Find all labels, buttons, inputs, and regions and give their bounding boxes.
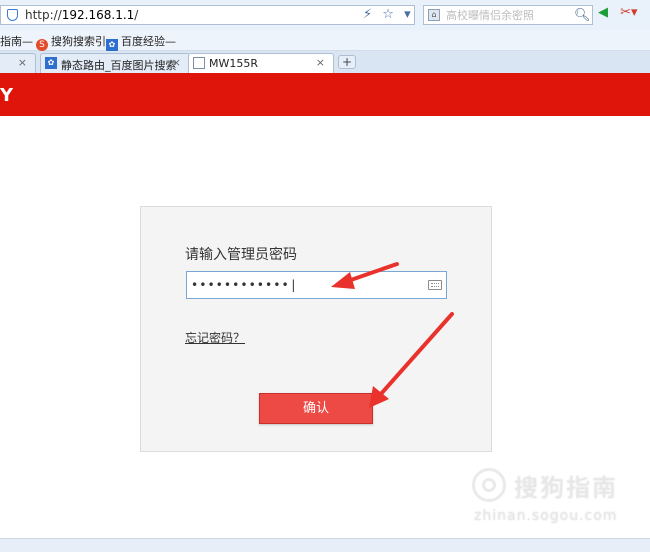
search-box[interactable]: ⌂ 🔍︎ (423, 5, 593, 25)
paw-icon: ✿ (106, 39, 118, 51)
password-input[interactable] (191, 275, 411, 295)
address-bar[interactable]: http://192.168.1.1/ ⚡ ☆ ▾ (0, 5, 415, 25)
password-field[interactable] (186, 271, 447, 299)
keyboard-icon[interactable] (428, 280, 442, 290)
star-icon[interactable]: ☆ (382, 7, 394, 22)
forgot-password-link[interactable]: 忘记密码？ (185, 329, 245, 346)
back-arrow-icon[interactable]: ◀ (598, 5, 608, 20)
favorites-bar: 指南— S 搜狗搜索引 ✿ 百度经验— (0, 30, 650, 51)
paw-icon: ✿ (45, 57, 57, 69)
scissors-icon[interactable]: ✂▾ (620, 5, 637, 20)
search-input[interactable] (446, 7, 566, 23)
watermark: 搜狗指南 zhinan.sogou.com (472, 464, 642, 534)
password-prompt: 请输入管理员密码 (185, 247, 297, 263)
lightning-icon[interactable]: ⚡ (363, 7, 372, 22)
page-icon (193, 57, 205, 69)
favorite-item-guide[interactable]: 指南— (0, 33, 33, 49)
close-icon[interactable]: × (18, 56, 27, 69)
search-engine-icon[interactable]: ⌂ (428, 9, 440, 21)
close-icon[interactable]: × (316, 56, 325, 69)
new-tab-button[interactable]: + (338, 55, 356, 69)
tab-strip: × ✿ 静态路由_百度图片搜索 × MW155R × + (0, 51, 650, 74)
logo: Y (0, 85, 15, 106)
tab-previous[interactable]: × (0, 53, 36, 73)
right-toolbar: ◀ ✂▾ (598, 5, 646, 20)
sogou-logo-icon (472, 468, 506, 502)
chevron-down-icon[interactable]: ▾ (404, 7, 411, 22)
address-tools: ⚡ ☆ ▾ (363, 7, 417, 22)
tab-mw155r[interactable]: MW155R × (188, 53, 334, 73)
sogou-icon: S (36, 39, 48, 51)
confirm-button[interactable]: 确认 (259, 393, 373, 424)
login-panel: 请输入管理员密码 忘记密码？ 确认 (140, 206, 492, 452)
shield-icon (7, 9, 18, 21)
address-url[interactable]: http://192.168.1.1/ (25, 8, 138, 22)
header-banner: Y (0, 73, 650, 116)
close-icon[interactable]: × (172, 56, 181, 69)
status-bar (0, 538, 650, 552)
favorite-item-baidu[interactable]: ✿ 百度经验— (106, 33, 176, 51)
browser-toolbar: http://192.168.1.1/ ⚡ ☆ ▾ ⌂ 🔍︎ ◀ ✂▾ (0, 0, 650, 31)
search-icon[interactable]: 🔍︎ (574, 8, 591, 23)
watermark-url: zhinan.sogou.com (474, 508, 618, 524)
tab-baidu-images[interactable]: ✿ 静态路由_百度图片搜索 × (40, 53, 190, 73)
watermark-brand: 搜狗指南 (514, 474, 618, 502)
favorite-item-sogou[interactable]: S 搜狗搜索引 (36, 33, 106, 51)
